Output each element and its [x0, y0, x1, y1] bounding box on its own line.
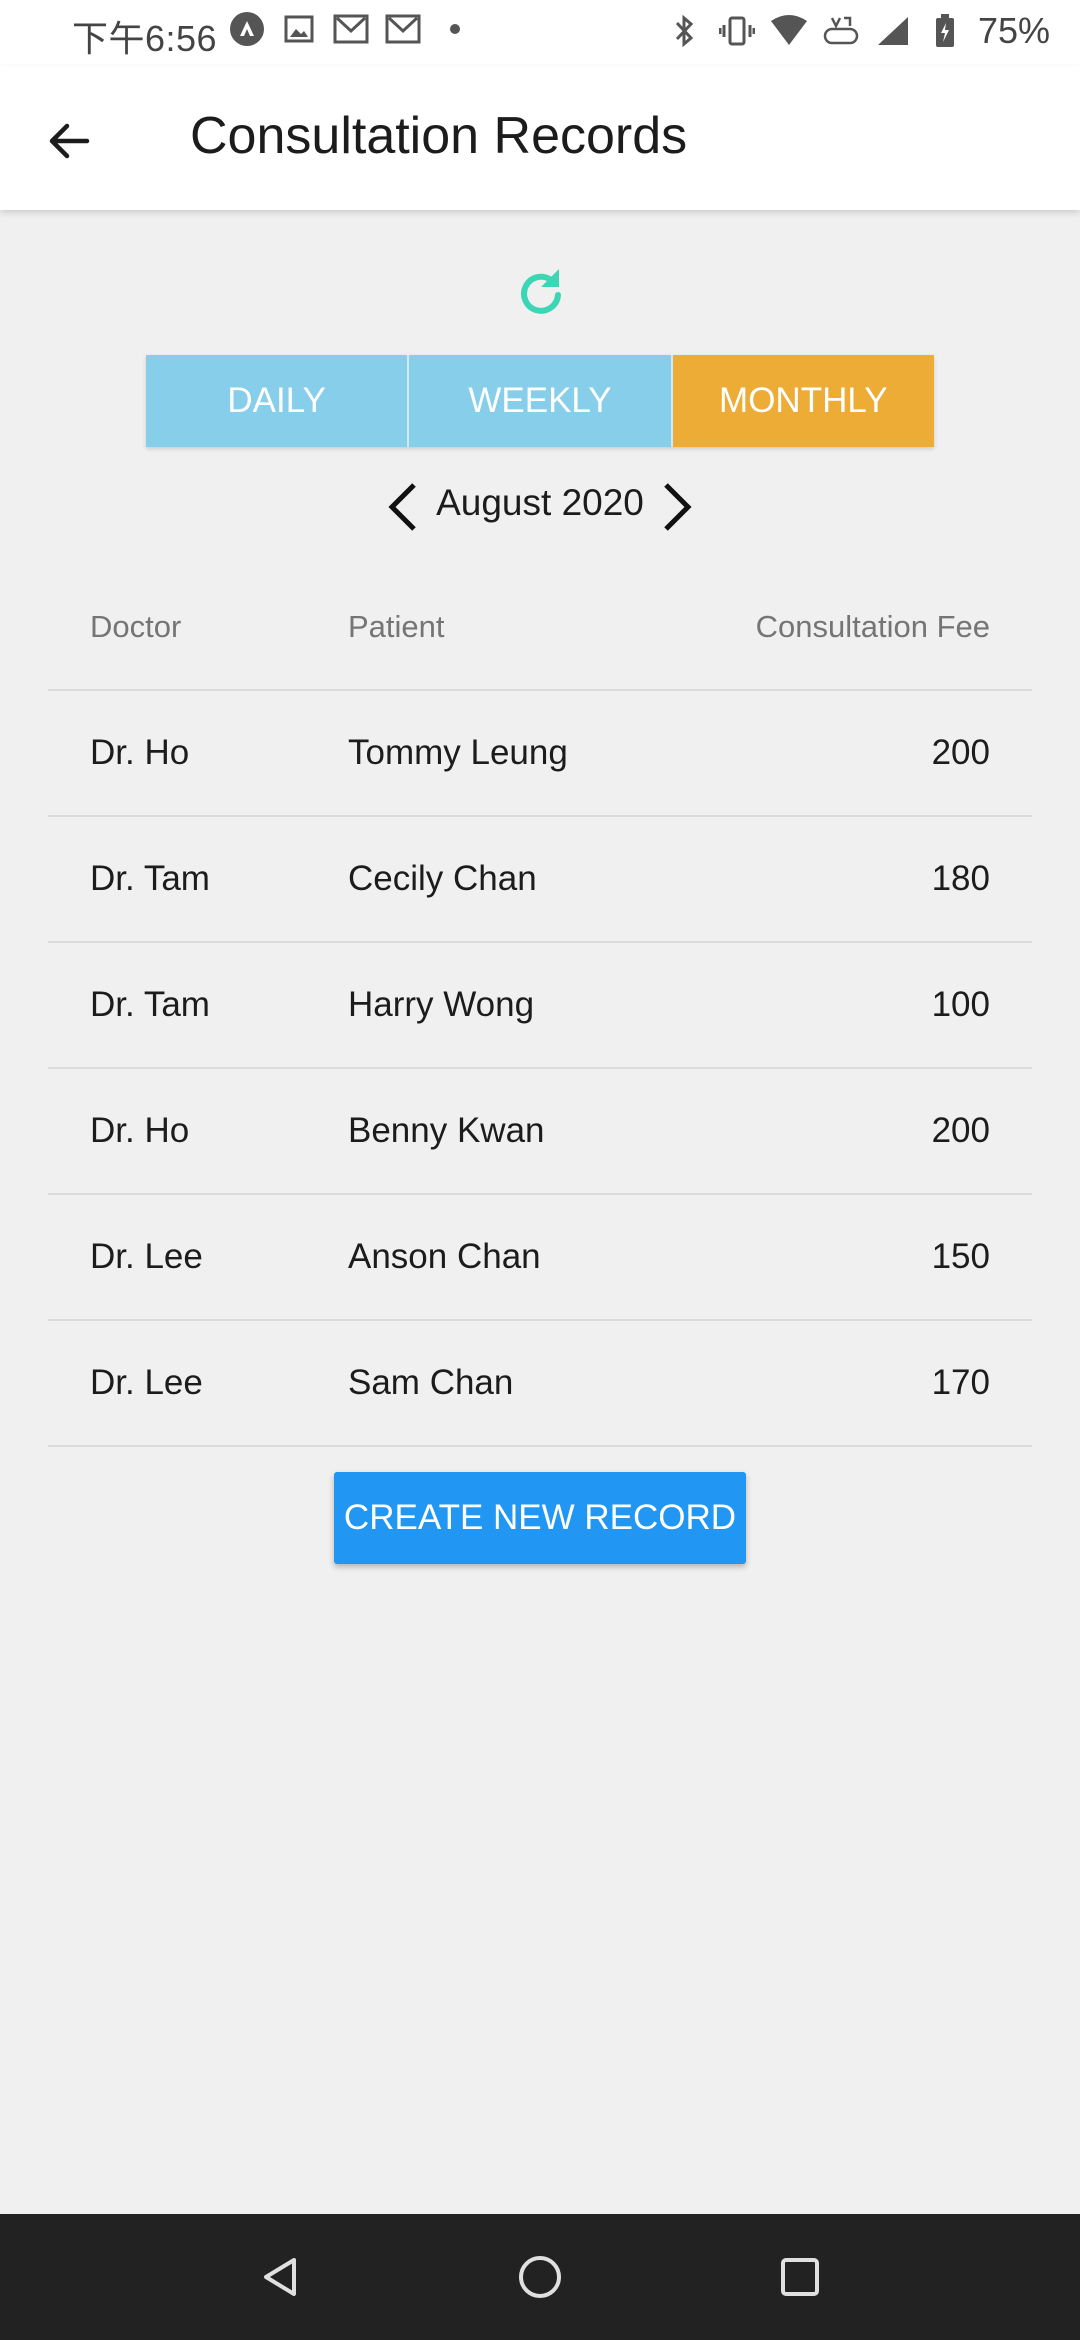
gmail-icon [384, 10, 422, 48]
table-row[interactable]: Dr. Tam Harry Wong 100 [48, 943, 1032, 1069]
nav-home-button[interactable] [505, 2242, 575, 2312]
status-bar: 下午6:56 75% [0, 0, 1080, 66]
header-patient: Patient [348, 609, 445, 644]
cell-patient: Cecily Chan [348, 859, 537, 898]
cell-doctor: Dr. Tam [90, 985, 210, 1024]
volte-icon [822, 12, 860, 50]
signal-icon [874, 12, 912, 50]
dot-icon [436, 10, 474, 48]
refresh-icon [521, 269, 561, 314]
month-label: August 2020 [436, 482, 644, 523]
cell-patient: Tommy Leung [348, 733, 568, 772]
back-button[interactable] [36, 108, 102, 174]
cell-doctor: Dr. Tam [90, 859, 210, 898]
month-navigator: August 2020 [0, 472, 1080, 542]
tab-weekly[interactable]: WEEKLY [407, 355, 671, 447]
next-month-button[interactable] [650, 476, 702, 538]
table-row[interactable]: Dr. Lee Sam Chan 170 [48, 1321, 1032, 1447]
system-nav-bar [0, 2214, 1080, 2340]
chevron-left-icon [388, 483, 416, 531]
page-title: Consultation Records [190, 107, 688, 165]
cell-doctor: Dr. Lee [90, 1237, 203, 1276]
table-header: Doctor Patient Consultation Fee [48, 565, 1032, 691]
arrow-left-icon [49, 123, 90, 159]
app-bar: Consultation Records [0, 66, 1080, 210]
notification-icons [228, 10, 474, 48]
cell-doctor: Dr. Lee [90, 1363, 203, 1402]
table-row[interactable]: Dr. Lee Anson Chan 150 [48, 1195, 1032, 1321]
cell-fee: 180 [931, 859, 990, 898]
nav-recents-button[interactable] [765, 2242, 835, 2312]
table-row[interactable]: Dr. Ho Tommy Leung 200 [48, 691, 1032, 817]
nav-back-button[interactable] [245, 2242, 315, 2312]
create-new-record-button[interactable]: CREATE NEW RECORD [334, 1472, 746, 1564]
cell-patient: Benny Kwan [348, 1111, 545, 1150]
records-table: Doctor Patient Consultation Fee Dr. Ho T… [48, 565, 1032, 1447]
cell-fee: 100 [931, 985, 990, 1024]
refresh-button[interactable] [508, 260, 574, 326]
bluetooth-icon [666, 12, 704, 50]
system-icons: 75% [666, 10, 1050, 52]
gmail-icon [332, 10, 370, 48]
tab-monthly[interactable]: MONTHLY [670, 355, 934, 447]
previous-month-button[interactable] [378, 476, 430, 538]
cell-patient: Sam Chan [348, 1363, 514, 1402]
chevron-right-icon [664, 483, 692, 531]
status-time: 下午6:56 [72, 18, 218, 59]
circle-home-icon [519, 2256, 561, 2298]
cell-doctor: Dr. Ho [90, 733, 190, 772]
nav-app-icon [228, 10, 266, 48]
battery-percent: 75% [977, 10, 1050, 51]
image-icon [280, 10, 318, 48]
triangle-back-icon [264, 2258, 296, 2296]
header-doctor: Doctor [90, 609, 182, 644]
table-row[interactable]: Dr. Tam Cecily Chan 180 [48, 817, 1032, 943]
cell-fee: 200 [931, 733, 990, 772]
header-fee: Consultation Fee [755, 609, 990, 644]
tab-daily[interactable]: DAILY [146, 355, 408, 447]
cell-fee: 170 [931, 1363, 990, 1402]
cell-doctor: Dr. Ho [90, 1111, 190, 1150]
cell-fee: 150 [931, 1237, 990, 1276]
period-tabs: DAILY WEEKLY MONTHLY [146, 355, 934, 447]
table-row[interactable]: Dr. Ho Benny Kwan 200 [48, 1069, 1032, 1195]
vibrate-icon [718, 12, 756, 50]
cell-patient: Anson Chan [348, 1237, 541, 1276]
cell-fee: 200 [931, 1111, 990, 1150]
cell-patient: Harry Wong [348, 985, 535, 1024]
square-recents-icon [781, 2258, 819, 2296]
battery-icon [926, 12, 964, 50]
wifi-icon [770, 12, 808, 50]
